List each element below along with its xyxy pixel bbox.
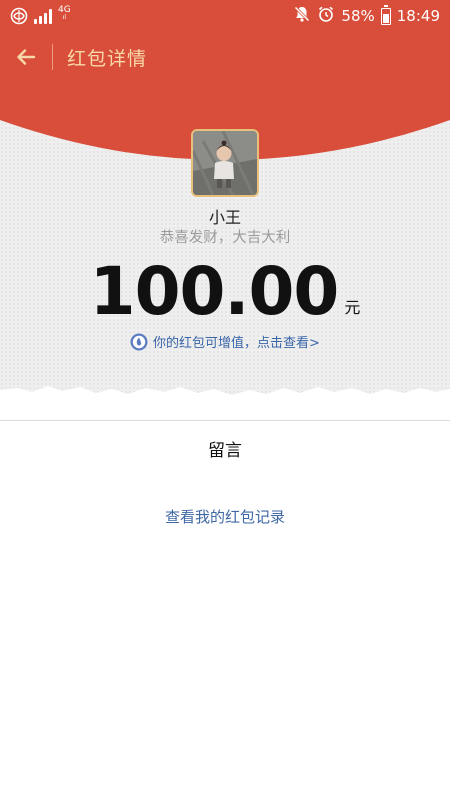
amount-value: 100.00 [89, 253, 340, 330]
amount-row: 100.00 元 [0, 254, 450, 330]
view-my-red-packets-link[interactable]: 查看我的红包记录 [0, 506, 450, 527]
battery-percent: 58% [341, 7, 375, 25]
title-divider [52, 44, 53, 70]
coin-icon [130, 333, 148, 350]
currency-unit: 元 [344, 298, 361, 317]
blessing-text: 恭喜发财，大吉大利 [159, 230, 291, 246]
back-button[interactable] [0, 32, 52, 82]
value-added-text: 你的红包可增值，点击查看> [153, 336, 320, 351]
carrier-logo-icon [10, 7, 28, 25]
notifications-off-icon [293, 5, 311, 27]
status-right: 58% 18:49 [293, 4, 440, 27]
page-title: 红包详情 [67, 47, 148, 70]
network-type-label: 4G ıl [58, 4, 71, 21]
clock-time: 18:49 [396, 7, 440, 25]
status-left: 4G ıl [10, 4, 71, 25]
value-added-link[interactable]: 你的红包可增值，点击查看> [0, 332, 450, 351]
avatar[interactable] [191, 129, 259, 197]
section-divider [0, 420, 450, 421]
torn-paper-edge [0, 386, 450, 424]
app-bar: 红包详情 [0, 32, 450, 82]
message-label: 留言 [208, 441, 242, 461]
battery-level-fill [382, 13, 389, 23]
arrow-left-icon [17, 49, 36, 65]
alarm-clock-icon [317, 5, 335, 27]
sender-photo [193, 131, 257, 195]
sender-name: 小王 [208, 208, 241, 227]
status-bar: 4G ıl 58% 18:49 [0, 0, 450, 32]
battery-icon [380, 4, 391, 25]
signal-strength-icon [34, 8, 52, 24]
